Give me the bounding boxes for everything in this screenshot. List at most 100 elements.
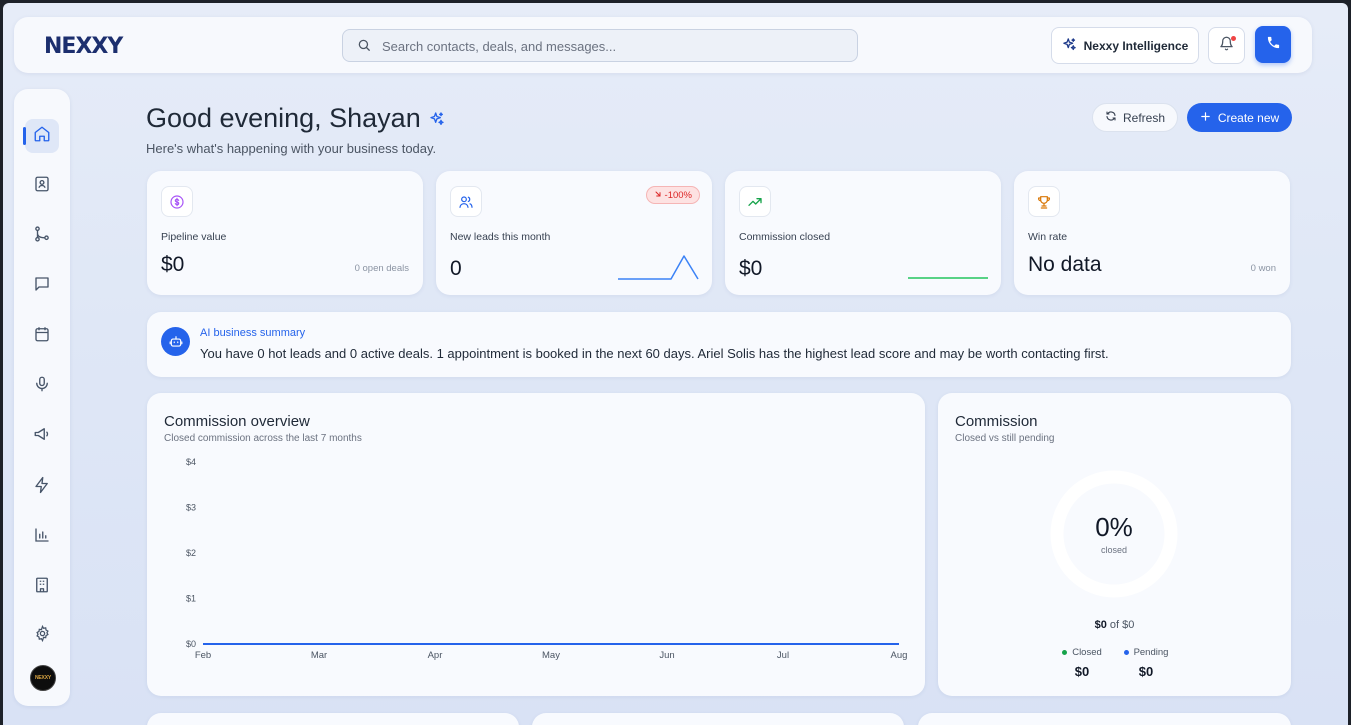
stat-label: Commission closed [739, 231, 831, 243]
closed-dot [1062, 650, 1068, 655]
y-tick-label: $1 [186, 594, 196, 604]
sidebar-item-messages[interactable] [25, 269, 59, 303]
sidebar: NEXXY [14, 89, 70, 706]
x-tick-label: Jun [659, 650, 674, 661]
brand-logo[interactable]: NEXXY [44, 34, 123, 59]
megaphone-icon [33, 425, 51, 448]
stat-card-new-leads[interactable]: -100% New leads this month 0 [436, 171, 712, 295]
x-tick-label: Jul [777, 650, 789, 661]
commission-closed-amount: $0 [1094, 619, 1107, 631]
sidebar-item-contacts[interactable] [25, 169, 59, 203]
commission-title: Commission [955, 413, 1038, 430]
legend-closed: Closed $0 [1052, 647, 1112, 679]
search-input[interactable] [382, 36, 842, 56]
home-icon [33, 125, 51, 148]
legend-closed-value: $0 [1074, 664, 1090, 679]
git-branch-icon [33, 225, 51, 248]
stat-label: Win rate [1028, 231, 1068, 243]
top-bar: NEXXY Nexxy Intelligence [14, 17, 1312, 73]
app-window: NEXXY Nexxy Intelligence [3, 3, 1348, 725]
phone-button[interactable] [1255, 26, 1291, 63]
sparkle-icon [1062, 37, 1077, 55]
sidebar-item-campaigns[interactable] [25, 419, 59, 453]
dollar-circle-icon [161, 186, 193, 217]
stat-card-pipeline-value[interactable]: Pipeline value $0 0 open deals [147, 171, 423, 295]
ai-summary-card: AI business summary You have 0 hot leads… [147, 312, 1291, 377]
avatar[interactable]: NEXXY [30, 665, 56, 691]
contact-book-icon [33, 175, 51, 198]
create-new-button[interactable]: Create new [1187, 103, 1292, 132]
stat-card-win-rate[interactable]: Win rate No data 0 won [1014, 171, 1290, 295]
sidebar-item-pipeline[interactable] [25, 219, 59, 253]
stat-card-commission-closed[interactable]: Commission closed $0 [725, 171, 1001, 295]
building-icon [33, 576, 51, 599]
trending-up-icon [739, 186, 771, 217]
robot-icon [161, 327, 190, 356]
donut-percent: 0% [1095, 512, 1133, 542]
stat-value: $0 [161, 253, 185, 276]
sparkle-icon [429, 103, 445, 134]
stat-label: New leads this month [450, 231, 551, 243]
search-icon [357, 38, 371, 57]
y-tick-label: $2 [186, 548, 196, 558]
notification-dot [1231, 36, 1236, 41]
donut-percent-label: closed [1100, 545, 1127, 555]
leads-sparkline [618, 255, 699, 280]
commission-donut: 0% closed [1049, 469, 1179, 599]
bottom-card-2 [532, 713, 904, 725]
sidebar-item-voice[interactable] [25, 369, 59, 403]
legend-pending-value: $0 [1138, 664, 1154, 679]
legend-pending-label: Pending [1133, 647, 1169, 658]
sidebar-item-automations[interactable] [25, 470, 59, 504]
sidebar-item-company[interactable] [25, 570, 59, 604]
notifications-button[interactable] [1208, 27, 1245, 64]
users-icon [450, 186, 482, 217]
refresh-button[interactable]: Refresh [1092, 103, 1178, 132]
page-title: Good evening, Shayan [146, 103, 445, 134]
microphone-icon [33, 375, 51, 398]
y-tick-label: $3 [186, 503, 196, 513]
sidebar-item-home[interactable] [23, 119, 59, 153]
refresh-icon [1105, 110, 1117, 125]
pending-dot [1123, 650, 1129, 655]
bottom-card-1 [147, 713, 519, 725]
trend-badge-value: -100% [664, 189, 692, 201]
commission-overview-card: Commission overview Closed commission ac… [147, 393, 925, 696]
ai-summary-title: AI business summary [200, 327, 306, 339]
y-tick-label: $4 [186, 457, 196, 467]
sidebar-item-reports[interactable] [25, 520, 59, 554]
stat-note: 0 won [1250, 263, 1276, 274]
legend-closed-label: Closed [1072, 647, 1102, 658]
phone-icon [1266, 35, 1281, 55]
greeting-text: Good evening, Shayan [146, 103, 421, 133]
x-tick-label: May [542, 650, 560, 661]
y-tick-label: $0 [186, 639, 196, 649]
lightning-icon [33, 476, 51, 499]
gear-icon [34, 624, 51, 647]
sidebar-item-settings[interactable] [25, 619, 59, 653]
x-tick-label: Aug [891, 650, 908, 661]
legend-pending: Pending $0 [1116, 647, 1176, 679]
page-subtitle: Here's what's happening with your busine… [146, 141, 437, 156]
nexxy-intelligence-label: Nexxy Intelligence [1083, 38, 1189, 53]
bottom-card-3 [918, 713, 1291, 725]
commission-amount: $0 of $0 [938, 619, 1291, 631]
plus-icon [1200, 111, 1211, 125]
x-tick-label: Apr [428, 650, 443, 661]
commission-subtitle: Closed vs still pending [955, 433, 1055, 444]
commission-total-amount: of $0 [1109, 619, 1135, 631]
arrow-down-right-icon [654, 190, 662, 201]
commission-sparkline [908, 277, 988, 279]
x-tick-label: Feb [195, 650, 211, 661]
commission-card: Commission Closed vs still pending 0% cl… [938, 393, 1291, 696]
search-bar[interactable] [342, 29, 858, 62]
trend-down-badge: -100% [645, 186, 700, 204]
stat-label: Pipeline value [161, 231, 227, 243]
sidebar-item-calendar[interactable] [25, 319, 59, 353]
trophy-icon [1028, 186, 1060, 217]
stat-value: No data [1028, 253, 1102, 276]
stat-value: $0 [739, 257, 763, 280]
stat-note: 0 open deals [354, 263, 409, 274]
nexxy-intelligence-button[interactable]: Nexxy Intelligence [1051, 27, 1199, 64]
x-tick-label: Mar [311, 650, 327, 661]
